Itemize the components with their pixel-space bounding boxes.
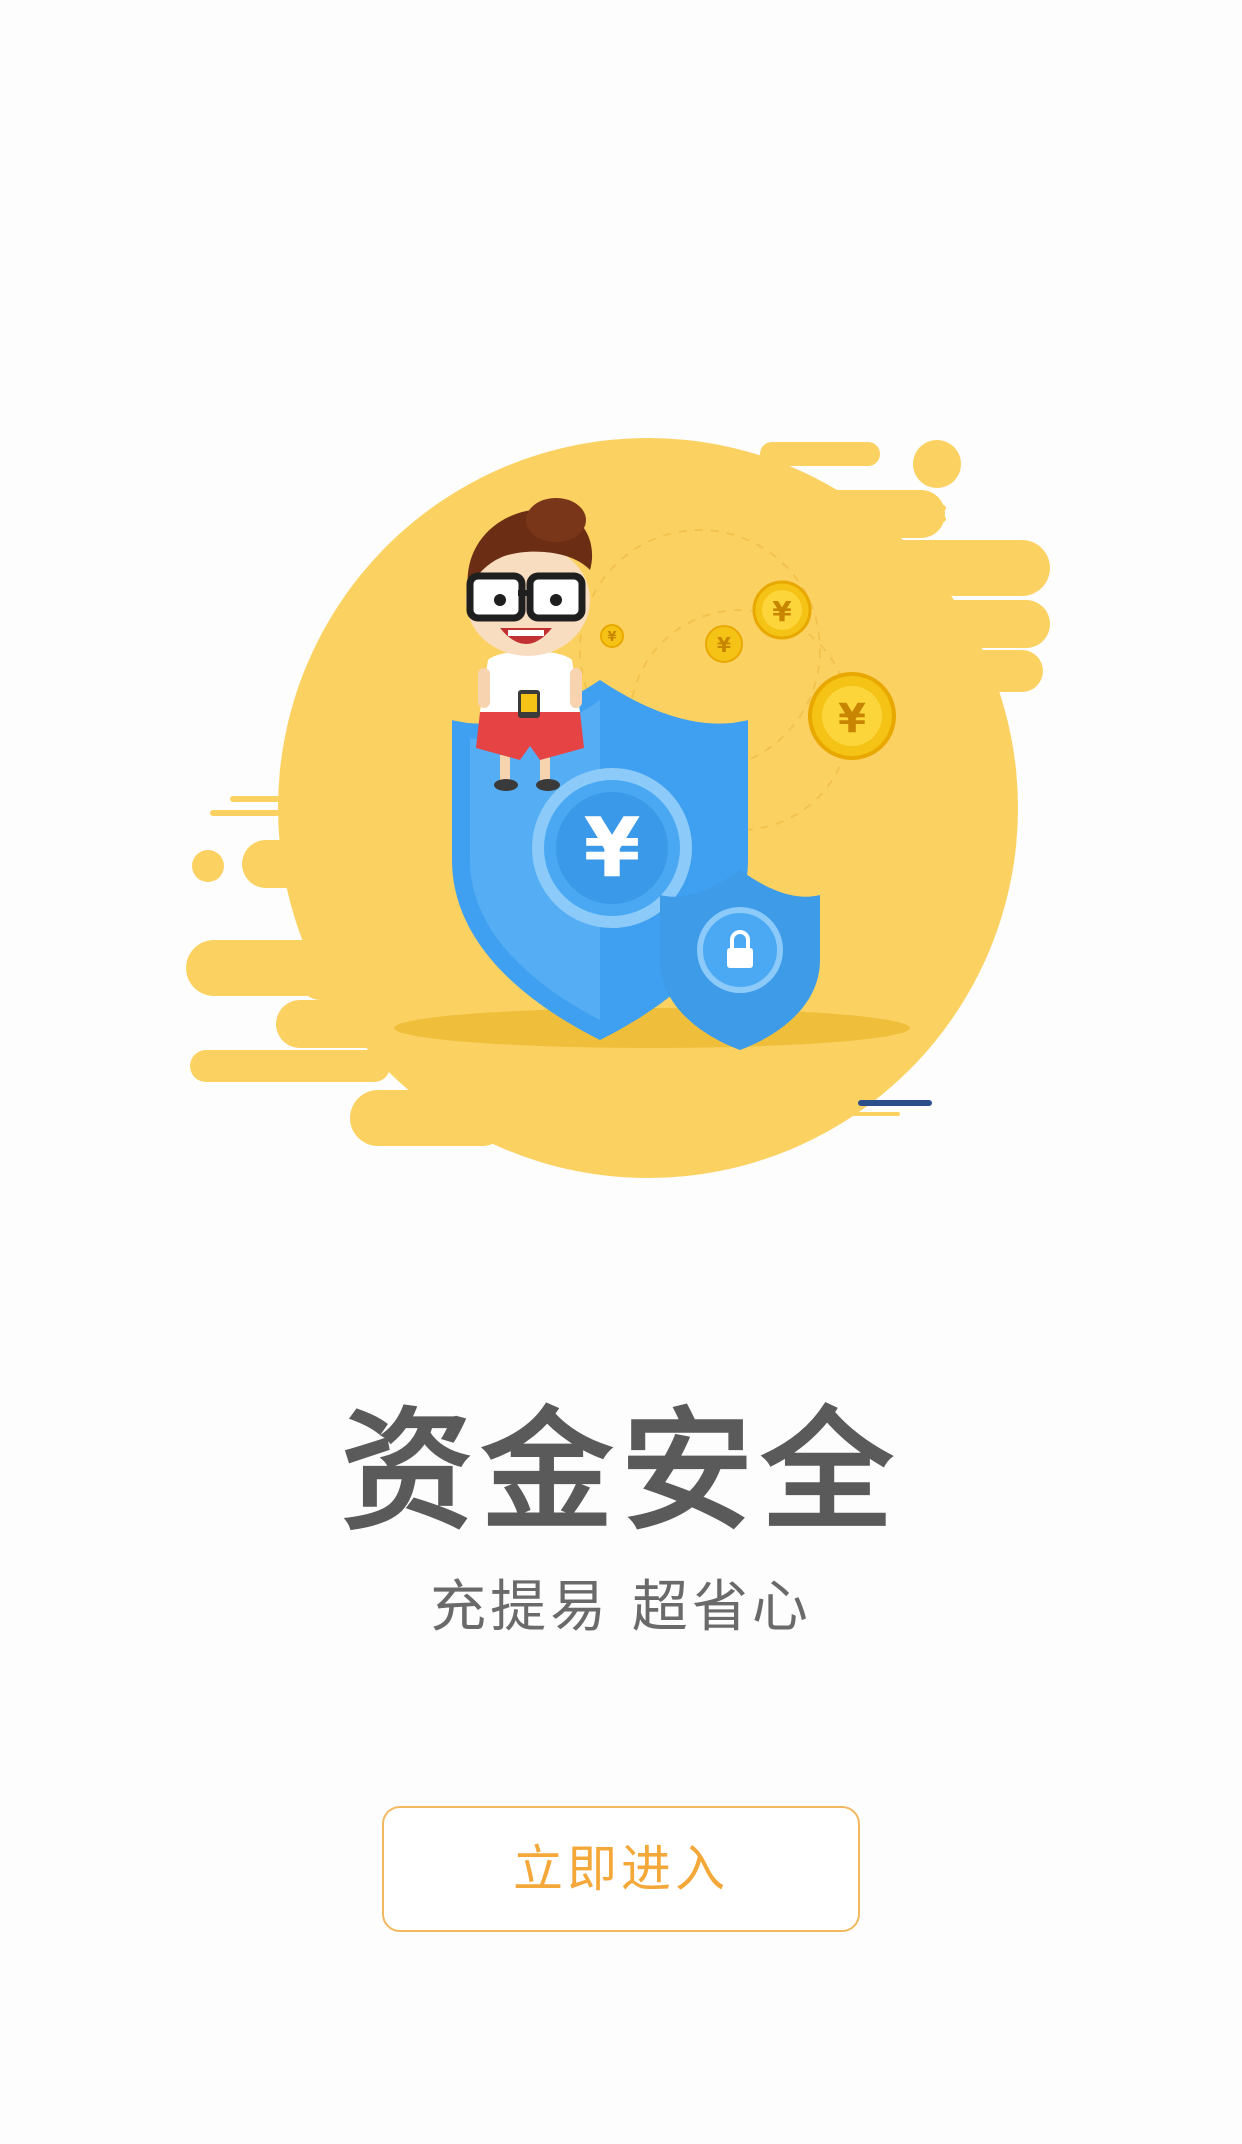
svg-text:¥: ¥ xyxy=(772,595,792,628)
coin-icon: ¥ xyxy=(705,625,743,663)
coin-icon: ¥ xyxy=(808,672,896,760)
page-title: 资金安全 xyxy=(341,1395,901,1549)
ground-shadow xyxy=(394,1008,910,1048)
lock-icon xyxy=(727,948,753,968)
coin-icon: ¥ xyxy=(752,580,812,640)
onboarding-page: ¥ ¥ ¥ ¥ ¥ 资金安全 充提易 超省心 立即进入 xyxy=(0,0,1242,2144)
coin-icon: ¥ xyxy=(600,624,624,648)
page-subtitle: 充提易 超省心 xyxy=(430,1575,812,1640)
decorative-line xyxy=(858,1100,932,1106)
svg-text:¥: ¥ xyxy=(838,696,866,742)
yen-symbol: ¥ xyxy=(583,801,640,896)
svg-text:¥: ¥ xyxy=(717,633,731,657)
enter-now-button[interactable]: 立即进入 xyxy=(382,1806,860,1932)
svg-text:¥: ¥ xyxy=(607,630,616,645)
security-illustration: ¥ ¥ ¥ ¥ ¥ xyxy=(186,438,1050,1178)
decorative-line xyxy=(840,1112,900,1116)
